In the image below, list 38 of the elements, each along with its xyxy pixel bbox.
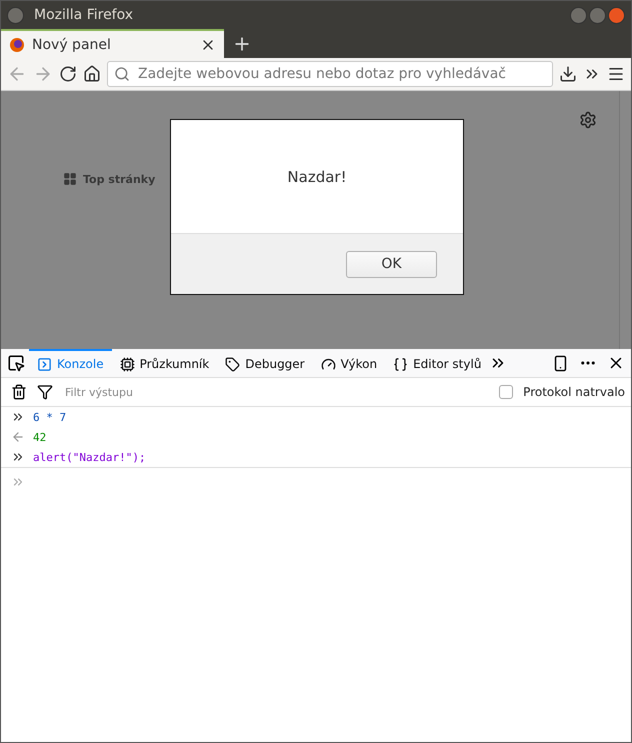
checkbox[interactable] — [499, 385, 514, 399]
search-icon — [114, 66, 130, 82]
maximize-button[interactable] — [589, 6, 606, 24]
address-field[interactable]: Zadejte webovou adresu nebo dotaz pro vyhledávač — [107, 61, 553, 87]
console-text: 42 — [33, 430, 46, 444]
minimize-button[interactable] — [570, 6, 587, 24]
reload-icon[interactable] — [59, 65, 77, 83]
devtools-tab[interactable]: Konzole — [29, 349, 112, 377]
responsive-icon[interactable] — [552, 354, 569, 372]
section-heading: Top stránky — [83, 172, 156, 186]
devtools-tab[interactable]: Průzkumník — [112, 349, 218, 377]
tab-icon — [225, 356, 240, 372]
dialog-message: Nazdar! — [287, 168, 347, 186]
firefox-logo-icon — [9, 36, 25, 52]
close-button[interactable] — [608, 6, 625, 24]
browser-tab[interactable]: Nový panel — [1, 29, 224, 58]
checkbox-label: Protokol natrvalo — [523, 385, 625, 399]
filter-icon — [37, 384, 53, 400]
tab-icon — [120, 356, 135, 372]
download-icon[interactable] — [559, 65, 577, 83]
tab-icon — [37, 356, 52, 372]
grid-icon — [63, 172, 77, 186]
window-title: Mozilla Firefox — [34, 7, 134, 23]
console-text: alert("Nazdar!"); — [33, 450, 146, 464]
ok-button[interactable]: OK — [346, 250, 437, 278]
settings-icon[interactable] — [579, 111, 597, 129]
result-arrow-icon — [11, 430, 25, 444]
picker-icon[interactable] — [7, 354, 25, 372]
menu-icon[interactable] — [607, 65, 625, 83]
devtools-tab[interactable]: Výkon — [312, 349, 386, 377]
app-icon — [7, 6, 24, 24]
tab-icon — [320, 356, 336, 372]
console-text: 6 * 7 — [33, 410, 66, 424]
devtools-tab[interactable]: Editor stylů — [385, 349, 490, 377]
trash-icon[interactable] — [11, 384, 27, 400]
home-icon[interactable] — [83, 65, 101, 83]
tab-icon — [393, 356, 408, 372]
devtools-tab[interactable]: Debugger — [217, 349, 313, 377]
